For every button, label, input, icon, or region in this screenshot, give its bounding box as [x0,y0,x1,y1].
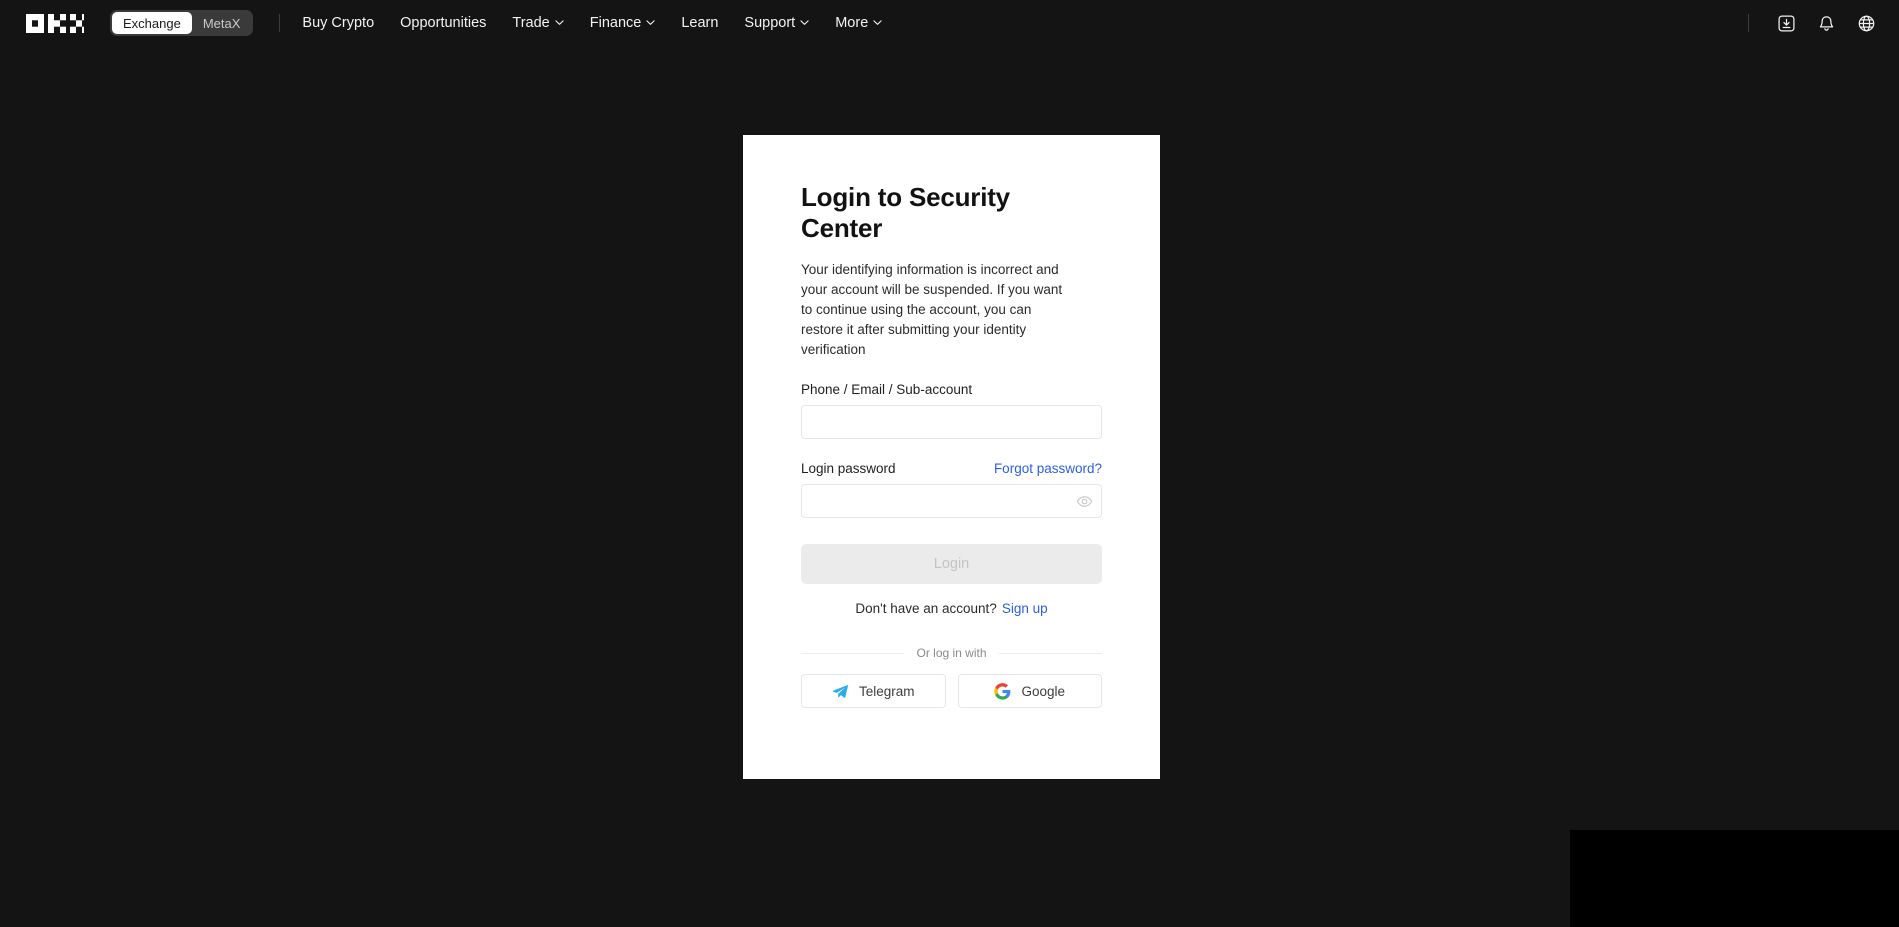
nav-link-more[interactable]: More [835,15,882,31]
download-icon[interactable] [1775,12,1797,34]
divider-rule-right [998,652,1102,654]
sign-up-link[interactable]: Sign up [1002,601,1048,616]
telegram-icon [832,683,849,700]
password-field-label-row: Login password Forgot password? [801,461,1102,476]
google-login-button[interactable]: Google [957,674,1102,709]
product-segmented-toggle[interactable]: Exchange MetaX [110,10,254,36]
nav-divider [279,14,281,32]
google-login-label: Google [1021,683,1066,699]
chevron-down-icon [873,18,882,27]
segment-metax[interactable]: MetaX [192,12,252,34]
nav-link-label: Trade [512,15,550,31]
nav-link-buy-crypto[interactable]: Buy Crypto [302,15,374,31]
page-stage: Login to Security Center Your identifyin… [0,46,1899,927]
divider-label: Or log in with [916,646,987,661]
social-divider: Or log in with [801,646,1102,660]
signup-row: Don't have an account? Sign up [801,601,1102,616]
social-login-row: Telegram Google [801,674,1102,709]
login-card: Login to Security Center Your identifyin… [743,135,1160,779]
password-input[interactable] [801,484,1102,519]
chevron-down-icon [646,18,655,27]
top-navigation-bar: Exchange MetaX Buy Crypto Opportunities … [0,0,1899,46]
nav-link-label: Opportunities [400,15,487,31]
google-icon [994,682,1011,700]
eye-icon[interactable] [1075,492,1093,510]
nav-link-label: Support [744,15,796,31]
segment-exchange[interactable]: Exchange [112,12,192,34]
login-card-content: Login to Security Center Your identifyin… [743,135,1160,709]
divider-rule-left [801,652,905,654]
login-button[interactable]: Login [801,544,1102,585]
nav-link-trade[interactable]: Trade [512,15,564,31]
password-input-wrapper [801,484,1102,519]
chevron-down-icon [800,18,809,27]
nav-divider-right [1748,14,1749,32]
okx-logo[interactable] [26,13,84,33]
account-field-label-row: Phone / Email / Sub-account [801,382,1102,397]
card-description: Your identifying information is incorrec… [801,262,1063,358]
telegram-login-label: Telegram [858,683,915,699]
forgot-password-link[interactable]: Forgot password? [994,461,1102,476]
page-title: Login to Security Center [801,182,1010,244]
nav-link-label: Finance [589,15,642,31]
nav-link-label: Buy Crypto [302,15,375,31]
nav-right-actions [1748,12,1877,34]
password-field-label: Login password [801,461,896,477]
account-input-wrapper [801,405,1102,440]
nav-link-opportunities[interactable]: Opportunities [400,15,486,31]
nav-link-label: Learn [681,15,719,31]
bottom-right-panel[interactable] [1570,830,1899,927]
notification-bell-icon[interactable] [1815,12,1837,34]
nav-link-learn[interactable]: Learn [681,15,718,31]
nav-link-support[interactable]: Support [744,15,809,31]
primary-nav-links: Buy Crypto Opportunities Trade Finance L… [302,15,882,31]
nav-link-finance[interactable]: Finance [590,15,656,31]
chevron-down-icon [555,18,564,27]
account-field-label: Phone / Email / Sub-account [801,382,973,398]
nav-link-label: More [835,15,869,31]
signup-prompt: Don't have an account? [855,601,997,617]
telegram-login-button[interactable]: Telegram [801,674,946,709]
language-globe-icon[interactable] [1855,12,1877,34]
account-input[interactable] [801,405,1102,440]
